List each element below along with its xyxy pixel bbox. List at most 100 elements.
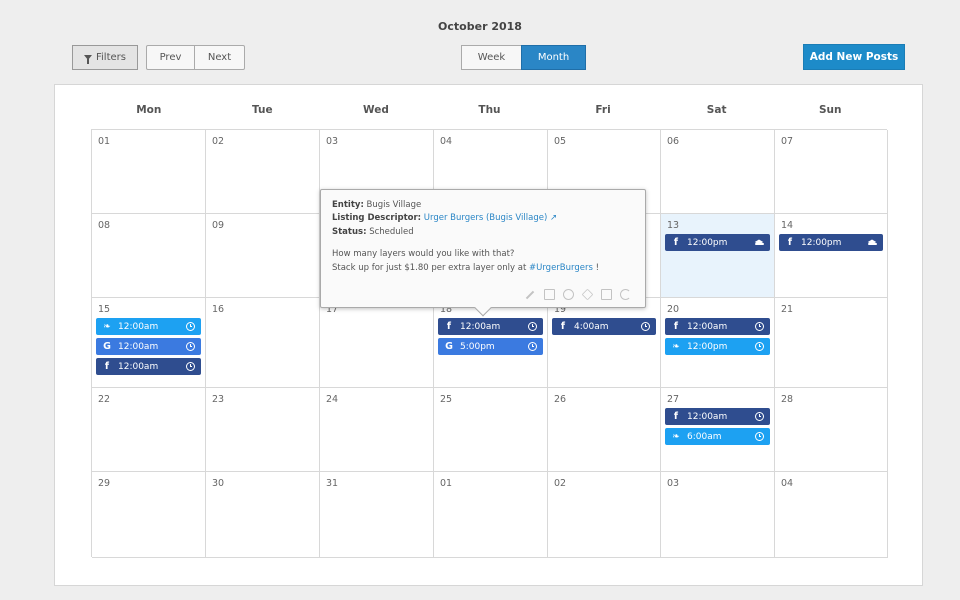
day-number: 21	[781, 304, 794, 315]
facebook-post-event[interactable]: f 4:00am	[552, 318, 656, 335]
event-time: 12:00am	[118, 341, 159, 352]
day-number: 02	[212, 136, 225, 147]
day-cell[interactable]: 03	[661, 472, 775, 558]
day-cell[interactable]: 16	[206, 298, 320, 388]
stats-pie-icon[interactable]	[620, 289, 631, 300]
day-cell[interactable]: 08	[92, 214, 206, 298]
popover-descriptor-row: Listing Descriptor: Urger Burgers (Bugis…	[332, 213, 557, 223]
facebook-icon: f	[673, 237, 679, 248]
clock-icon	[755, 322, 764, 331]
status-label: Status:	[332, 227, 367, 237]
day-cell[interactable]: 04	[775, 472, 888, 558]
facebook-post-event[interactable]: f 12:00pm	[665, 234, 770, 251]
weekday-sat: Sat	[706, 104, 727, 116]
weekday-wed: Wed	[362, 104, 389, 116]
facebook-icon: f	[104, 361, 110, 372]
twitter-post-event[interactable]: ❧ 12:00am	[96, 318, 201, 335]
day-cell[interactable]: 01	[92, 130, 206, 214]
clock-icon	[641, 322, 650, 331]
day-cell[interactable]: 07	[775, 130, 888, 214]
day-cell[interactable]: 17	[320, 298, 434, 388]
add-new-posts-button[interactable]: Add New Posts	[803, 44, 905, 70]
filters-label: Filters	[96, 52, 126, 63]
day-cell[interactable]: 02	[548, 472, 661, 558]
filter-funnel-icon	[84, 55, 92, 64]
day-number: 02	[554, 478, 567, 489]
hashtag-link[interactable]: #UrgerBurgers	[529, 263, 593, 273]
google-post-event[interactable]: G 5:00pm	[438, 338, 543, 355]
external-link-icon[interactable]: ↗	[550, 213, 557, 223]
filters-button[interactable]: Filters	[72, 45, 138, 70]
popover-actions	[525, 288, 631, 301]
google-icon: G	[445, 341, 453, 352]
edit-icon[interactable]	[525, 289, 536, 300]
facebook-icon: f	[673, 411, 679, 422]
week-view-button[interactable]: Week	[461, 45, 522, 70]
day-cell[interactable]: 06	[661, 130, 775, 214]
facebook-icon: f	[673, 321, 679, 332]
day-number: 13	[667, 220, 680, 231]
popover-message-line-2: Stack up for just $1.80 per extra layer …	[332, 263, 599, 273]
preview-icon[interactable]	[601, 289, 612, 300]
day-number: 25	[440, 394, 453, 405]
event-time: 4:00am	[574, 321, 609, 332]
day-cell[interactable]: 25	[434, 388, 548, 472]
weekday-fri: Fri	[595, 104, 611, 116]
day-cell[interactable]: 23	[206, 388, 320, 472]
message-suffix: !	[592, 263, 600, 273]
day-number: 04	[781, 478, 794, 489]
prev-button[interactable]: Prev	[146, 45, 195, 70]
day-cell[interactable]: 28	[775, 388, 888, 472]
month-view-button[interactable]: Month	[521, 45, 586, 70]
day-cell[interactable]: 09	[206, 214, 320, 298]
duplicate-icon[interactable]	[544, 289, 555, 300]
facebook-post-event[interactable]: f 12:00am	[438, 318, 543, 335]
day-cell[interactable]: 26	[548, 388, 661, 472]
day-cell[interactable]: 02	[206, 130, 320, 214]
facebook-post-event[interactable]: f 12:00am	[665, 318, 770, 335]
twitter-post-event[interactable]: ❧ 12:00pm	[665, 338, 770, 355]
twitter-icon: ❧	[672, 341, 680, 352]
clock-icon	[755, 432, 764, 441]
month-title: October 2018	[438, 20, 522, 33]
day-cell[interactable]: 30	[206, 472, 320, 558]
event-time: 12:00am	[687, 411, 728, 422]
event-time: 12:00pm	[687, 341, 728, 352]
next-button[interactable]: Next	[194, 45, 245, 70]
layers-icon[interactable]	[581, 288, 594, 301]
day-cell[interactable]: 31	[320, 472, 434, 558]
entity-label: Entity:	[332, 200, 364, 210]
facebook-icon: f	[560, 321, 566, 332]
facebook-post-event[interactable]: f 12:00am	[96, 358, 201, 375]
twitter-icon: ❧	[672, 431, 680, 442]
day-number: 05	[554, 136, 567, 147]
day-cell[interactable]: 21	[775, 298, 888, 388]
day-cell[interactable]: 01	[434, 472, 548, 558]
clock-icon	[755, 412, 764, 421]
twitter-post-event[interactable]: ❧ 6:00am	[665, 428, 770, 445]
weekday-tue: Tue	[252, 104, 273, 116]
facebook-post-event[interactable]: f 12:00am	[665, 408, 770, 425]
clock-icon	[186, 362, 195, 371]
event-time: 12:00am	[687, 321, 728, 332]
day-cell[interactable]: 24	[320, 388, 434, 472]
day-number: 15	[98, 304, 111, 315]
day-number: 01	[98, 136, 111, 147]
day-cell[interactable]: 22	[92, 388, 206, 472]
clock-icon	[528, 342, 537, 351]
day-cell[interactable]: 14	[775, 214, 888, 298]
reschedule-clock-icon[interactable]	[563, 289, 574, 300]
facebook-post-event[interactable]: f 12:00pm	[779, 234, 883, 251]
day-cell[interactable]: 29	[92, 472, 206, 558]
google-post-event[interactable]: G 12:00am	[96, 338, 201, 355]
entity-value: Bugis Village	[366, 200, 422, 210]
descriptor-label: Listing Descriptor:	[332, 213, 422, 223]
day-number: 04	[440, 136, 453, 147]
day-number: 30	[212, 478, 225, 489]
descriptor-link[interactable]: Urger Burgers (Bugis Village)	[424, 213, 548, 223]
day-number: 08	[98, 220, 111, 231]
day-cell[interactable]: 19	[548, 298, 661, 388]
day-cell[interactable]: 13	[661, 214, 775, 298]
event-time: 12:00am	[118, 321, 159, 332]
day-number: 06	[667, 136, 680, 147]
